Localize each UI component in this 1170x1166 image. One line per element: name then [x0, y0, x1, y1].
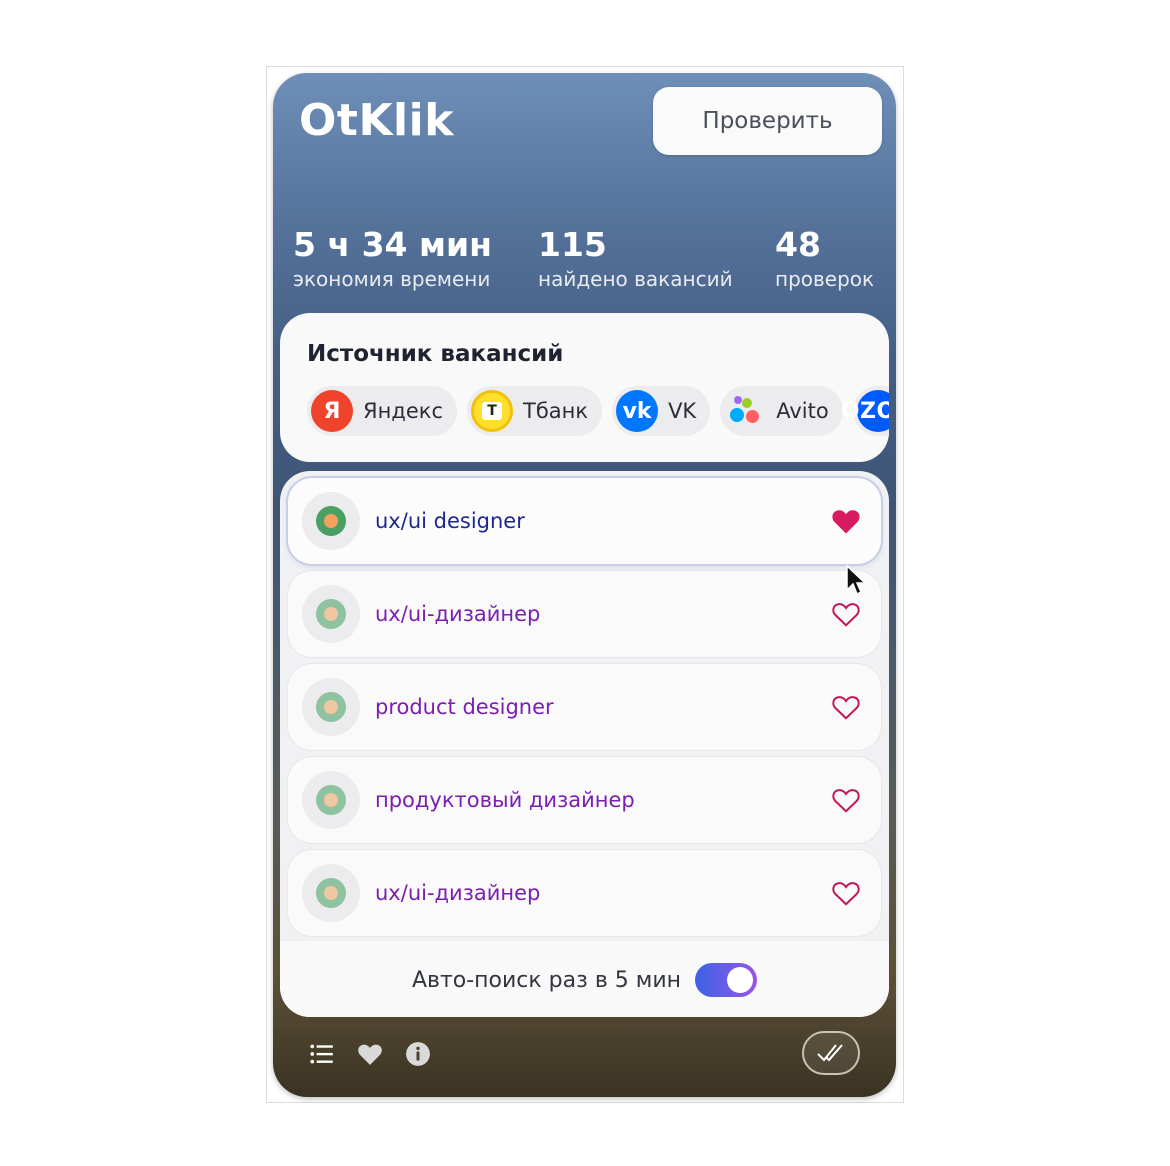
- vacancy-title: ux/ui-дизайнер: [375, 602, 541, 626]
- sources-title: Источник вакансий: [307, 341, 564, 367]
- stat-checks: 48 проверок: [775, 225, 874, 293]
- stat-vacancies-found: 115 найдено вакансий: [538, 225, 733, 293]
- stat-label: найдено вакансий: [538, 267, 733, 291]
- stat-time-saved: 5 ч 34 мин экономия времени: [293, 225, 492, 293]
- ozon-icon: OZON: [841, 390, 889, 432]
- source-chip-tbank[interactable]: T Тбанк: [467, 386, 603, 436]
- sources-card: Источник вакансий Я Яндекс T Тбанк vk VK: [280, 313, 889, 462]
- heart-filled-icon[interactable]: [831, 507, 861, 535]
- tbank-icon: T: [471, 390, 513, 432]
- stat-value: 115: [538, 225, 607, 264]
- tbank-glyph: T: [482, 402, 502, 420]
- app-logo: OtKlik: [299, 95, 454, 146]
- vacancy-title: product designer: [375, 695, 554, 719]
- list-item[interactable]: ux/ui-дизайнер: [288, 850, 881, 936]
- avatar: [302, 678, 360, 736]
- vacancy-title: ux/ui designer: [375, 509, 525, 533]
- source-chip-avito[interactable]: Avito: [720, 386, 843, 436]
- avito-icon: [724, 390, 766, 432]
- stat-value: 48: [775, 225, 821, 264]
- source-chip-label: Avito: [776, 399, 829, 423]
- source-chip-yandex[interactable]: Я Яндекс: [307, 386, 457, 436]
- stat-label: проверок: [775, 267, 875, 291]
- heart-outline-icon[interactable]: [831, 786, 861, 814]
- stat-label: экономия времени: [293, 267, 491, 291]
- avatar: [302, 771, 360, 829]
- list-item[interactable]: ux/ui designer: [288, 478, 881, 564]
- source-chips: Я Яндекс T Тбанк vk VK Avito OZO: [307, 386, 889, 436]
- autosearch-toggle[interactable]: [695, 963, 758, 997]
- source-chip-label: Тбанк: [523, 399, 589, 423]
- avatar: [302, 585, 360, 643]
- double-check-icon: [817, 1044, 843, 1062]
- extension-popup: OtKlik Проверить 5 ч 34 мин экономия вре…: [273, 73, 896, 1097]
- stat-value: 5 ч 34 мин: [293, 225, 492, 264]
- heart-icon[interactable]: [357, 1041, 383, 1067]
- vacancy-list: ux/ui designer ux/ui-дизайнер product de…: [280, 471, 889, 1017]
- mouse-cursor: [846, 565, 866, 596]
- source-chip-label: VK: [668, 399, 697, 423]
- source-chip-label: Яндекс: [363, 399, 443, 423]
- avatar: [302, 492, 360, 550]
- heart-outline-icon[interactable]: [831, 600, 861, 628]
- heart-outline-icon[interactable]: [831, 879, 861, 907]
- heart-outline-icon[interactable]: [831, 693, 861, 721]
- toggle-knob: [727, 967, 754, 993]
- list-item[interactable]: продуктовый дизайнер: [288, 757, 881, 843]
- list-icon[interactable]: [309, 1041, 335, 1067]
- bottom-nav: [273, 1023, 896, 1083]
- avatar: [302, 864, 360, 922]
- yandex-icon: Я: [311, 390, 353, 432]
- check-button[interactable]: Проверить: [653, 87, 882, 155]
- vk-icon: vk: [616, 390, 659, 432]
- autosearch-label: Авто-поиск раз в 5 мин: [411, 967, 682, 993]
- source-chip-ozon[interactable]: OZON: [841, 386, 889, 436]
- source-chip-vk[interactable]: vk VK: [612, 386, 711, 436]
- autosearch-row: Авто-поиск раз в 5 мин: [280, 955, 889, 1005]
- vacancy-title: ux/ui-дизайнер: [375, 881, 541, 905]
- vacancy-title: продуктовый дизайнер: [375, 788, 635, 812]
- list-item[interactable]: product designer: [288, 664, 881, 750]
- list-item[interactable]: ux/ui-дизайнер: [288, 571, 881, 657]
- double-check-button[interactable]: [802, 1031, 860, 1075]
- info-icon[interactable]: [405, 1041, 431, 1067]
